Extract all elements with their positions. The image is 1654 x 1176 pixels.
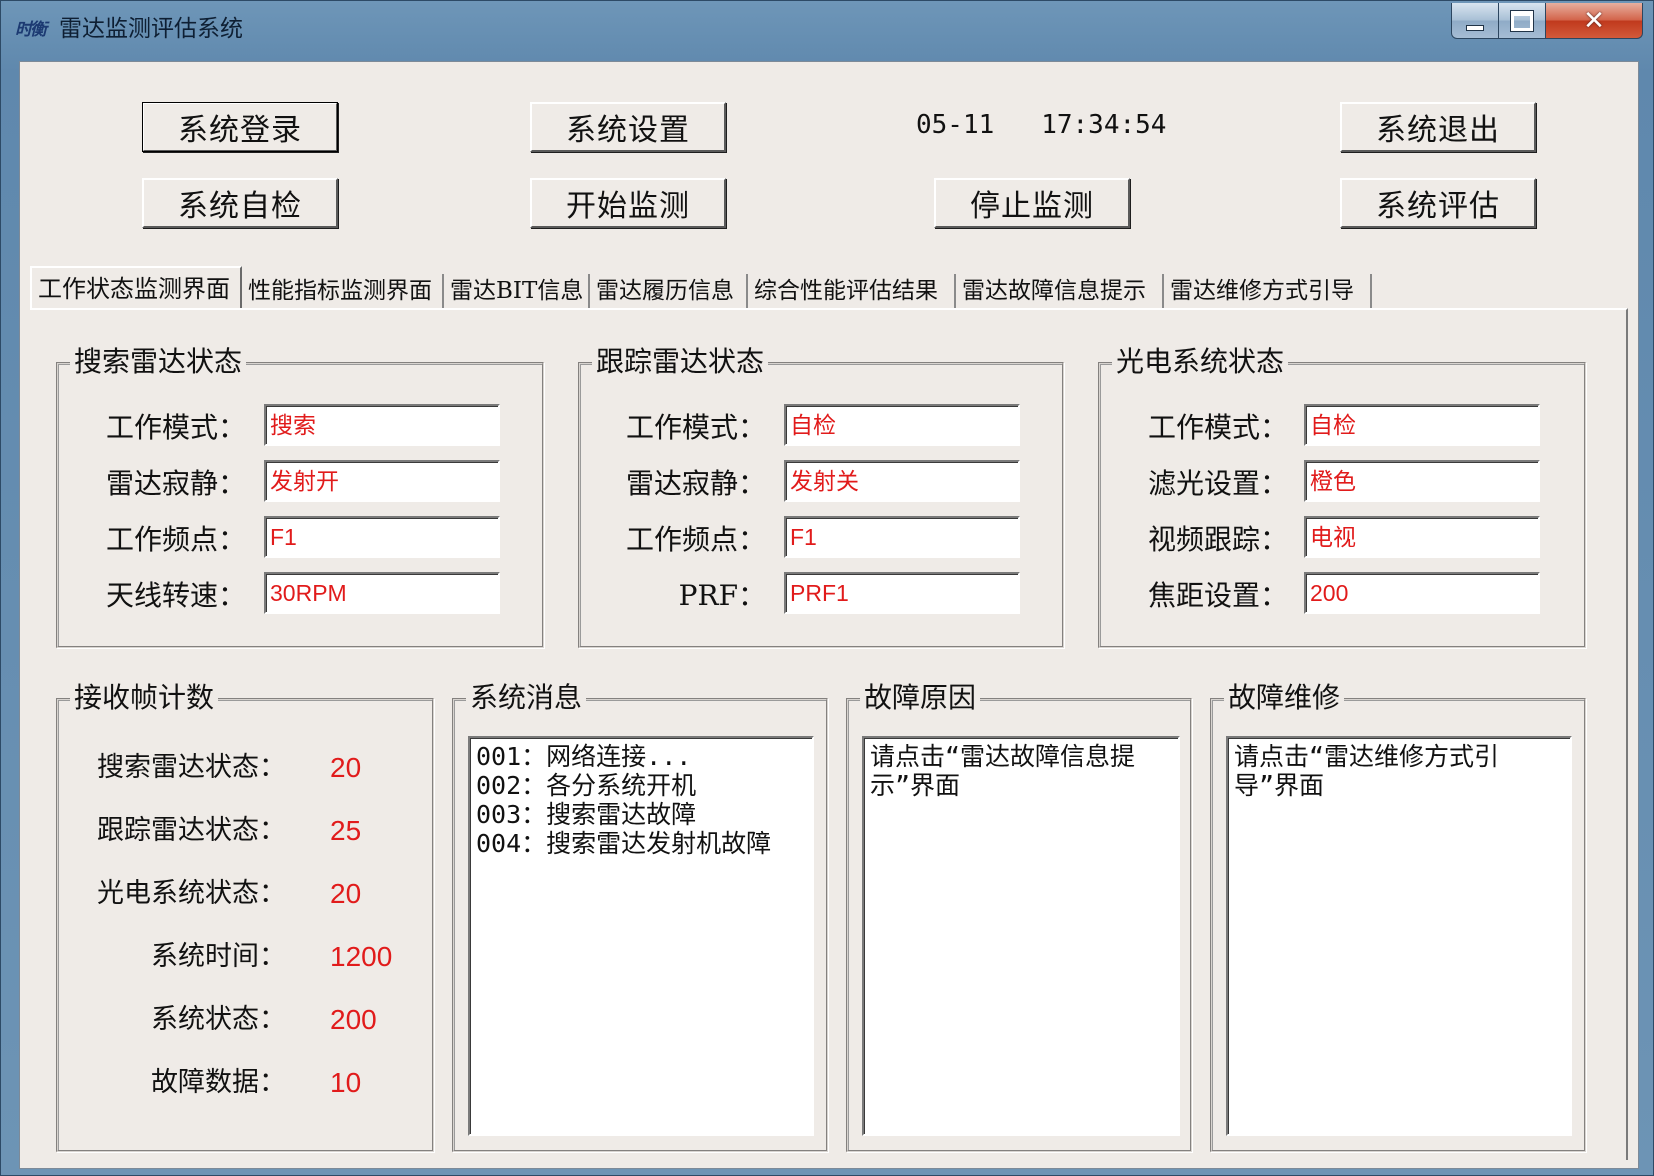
count-label: 系统状态： — [151, 1004, 286, 1035]
group-title: 接收帧计数 — [70, 680, 219, 716]
group-title: 故障维修 — [1224, 680, 1345, 716]
group-title: 跟踪雷达状态 — [592, 344, 769, 380]
client-area: 系统登录 系统设置 05-11 17:34:54 系统退出 系统自检 开始监测 … — [19, 61, 1639, 1169]
tab-repair-guide[interactable]: 雷达维修方式引导 — [1164, 274, 1372, 308]
datetime-display: 05-11 17:34:54 — [916, 110, 1167, 140]
login-button[interactable]: 系统登录 — [142, 102, 338, 152]
title-bar[interactable]: 时衡 雷达监测评估系统 ✕ — [1, 1, 1653, 57]
system-messages-textarea[interactable]: 001：网络连接... 002：各分系统开机 003：搜索雷达故障 004：搜索… — [468, 736, 814, 1136]
eo-system-group: 光电系统状态 工作模式： 自检 滤光设置： 橙色 视频跟踪： 电视 焦距设置： … — [1098, 344, 1586, 648]
field-label: 工作模式： — [625, 411, 766, 444]
count-label: 故障数据： — [151, 1067, 286, 1098]
field-label: 天线转速： — [105, 579, 246, 612]
close-icon: ✕ — [1583, 5, 1605, 36]
tab-performance[interactable]: 性能指标监测界面 — [242, 274, 444, 308]
frame-count-group: 接收帧计数 搜索雷达状态： 20 跟踪雷达状态： 25 光电系统状态： 20 系… — [56, 680, 434, 1152]
maximize-button[interactable] — [1498, 3, 1546, 39]
search-radar-group: 搜索雷达状态 工作模式： 搜索 雷达寂静： 发射开 工作频点： F1 天线转速：… — [56, 344, 544, 648]
self-check-button[interactable]: 系统自检 — [142, 178, 338, 228]
tab-fault-info[interactable]: 雷达故障信息提示 — [956, 274, 1164, 308]
minimize-icon — [1466, 24, 1484, 31]
track-radar-group: 跟踪雷达状态 工作模式： 自检 雷达寂静： 发射关 工作频点： F1 PRF： … — [578, 344, 1064, 648]
fault-cause-text: 请点击“雷达故障信息提示”界面 — [870, 742, 1136, 800]
field-label: 工作模式： — [105, 411, 246, 444]
fault-repair-textarea[interactable]: 请点击“雷达维修方式引导”界面 — [1226, 736, 1572, 1136]
close-button[interactable]: ✕ — [1545, 3, 1643, 39]
exit-button[interactable]: 系统退出 — [1340, 102, 1536, 152]
stop-monitor-button[interactable]: 停止监测 — [934, 178, 1130, 228]
tab-strip: 工作状态监测界面 性能指标监测界面 雷达BIT信息 雷达履历信息 综合性能评估结… — [30, 266, 1630, 312]
field-label: 滤光设置： — [1147, 467, 1288, 500]
track-frequency-field[interactable]: F1 — [784, 516, 1020, 558]
maximize-icon — [1511, 10, 1533, 31]
fault-cause-textarea[interactable]: 请点击“雷达故障信息提示”界面 — [862, 736, 1180, 1136]
field-label: 工作模式： — [1147, 411, 1288, 444]
count-label: 光电系统状态： — [97, 878, 286, 909]
fault-repair-group: 故障维修 请点击“雷达维修方式引导”界面 — [1210, 680, 1586, 1152]
count-value: 20 — [330, 878, 362, 909]
system-messages-group: 系统消息 001：网络连接... 002：各分系统开机 003：搜索雷达故障 0… — [452, 680, 828, 1152]
filter-setting-field[interactable]: 橙色 — [1304, 460, 1540, 502]
tab-radar-bit[interactable]: 雷达BIT信息 — [444, 274, 590, 308]
window-title: 雷达监测评估系统 — [59, 16, 243, 42]
settings-button[interactable]: 系统设置 — [530, 102, 726, 152]
search-mode-field[interactable]: 搜索 — [264, 404, 500, 446]
field-label: 雷达寂静： — [625, 467, 766, 500]
search-silence-field[interactable]: 发射开 — [264, 460, 500, 502]
field-label: 焦距设置： — [1147, 579, 1288, 612]
field-label: 视频跟踪： — [1147, 523, 1288, 556]
count-value: 25 — [330, 815, 362, 846]
message-line: 003：搜索雷达故障 — [476, 800, 697, 829]
count-value: 10 — [330, 1067, 362, 1098]
start-monitor-button[interactable]: 开始监测 — [530, 178, 726, 228]
field-label: 雷达寂静： — [105, 467, 246, 500]
message-line: 002：各分系统开机 — [476, 771, 697, 800]
main-window: 时衡 雷达监测评估系统 ✕ 系统登录 系统设置 05-11 17:34:54 系… — [0, 0, 1654, 1176]
count-value: 1200 — [330, 941, 393, 972]
app-icon: 时衡 — [15, 20, 47, 40]
count-value: 200 — [330, 1004, 377, 1035]
count-label: 跟踪雷达状态： — [97, 815, 286, 846]
prf-field[interactable]: PRF1 — [784, 572, 1020, 614]
message-line: 004：搜索雷达发射机故障 — [476, 829, 772, 858]
group-title: 光电系统状态 — [1112, 344, 1289, 380]
fault-cause-group: 故障原因 请点击“雷达故障信息提示”界面 — [846, 680, 1192, 1152]
focal-length-field[interactable]: 200 — [1304, 572, 1540, 614]
fault-repair-text: 请点击“雷达维修方式引导”界面 — [1234, 742, 1500, 800]
group-title: 系统消息 — [466, 680, 587, 716]
eo-mode-field[interactable]: 自检 — [1304, 404, 1540, 446]
field-label: 工作频点： — [625, 523, 766, 556]
field-label: PRF： — [678, 579, 766, 612]
minimize-button[interactable] — [1451, 3, 1499, 39]
track-silence-field[interactable]: 发射关 — [784, 460, 1020, 502]
count-label: 搜索雷达状态： — [97, 752, 286, 783]
tab-evaluation-result[interactable]: 综合性能评估结果 — [748, 274, 956, 308]
video-tracking-field[interactable]: 电视 — [1304, 516, 1540, 558]
tab-work-status[interactable]: 工作状态监测界面 — [30, 266, 242, 310]
count-label: 系统时间： — [151, 941, 286, 972]
track-mode-field[interactable]: 自检 — [784, 404, 1020, 446]
antenna-speed-field[interactable]: 30RPM — [264, 572, 500, 614]
evaluate-button[interactable]: 系统评估 — [1340, 178, 1536, 228]
field-label: 工作频点： — [105, 523, 246, 556]
tab-radar-history[interactable]: 雷达履历信息 — [590, 274, 748, 308]
group-title: 故障原因 — [860, 680, 981, 716]
message-line: 001：网络连接... — [476, 742, 692, 771]
count-value: 20 — [330, 752, 362, 783]
group-title: 搜索雷达状态 — [70, 344, 247, 380]
search-frequency-field[interactable]: F1 — [264, 516, 500, 558]
